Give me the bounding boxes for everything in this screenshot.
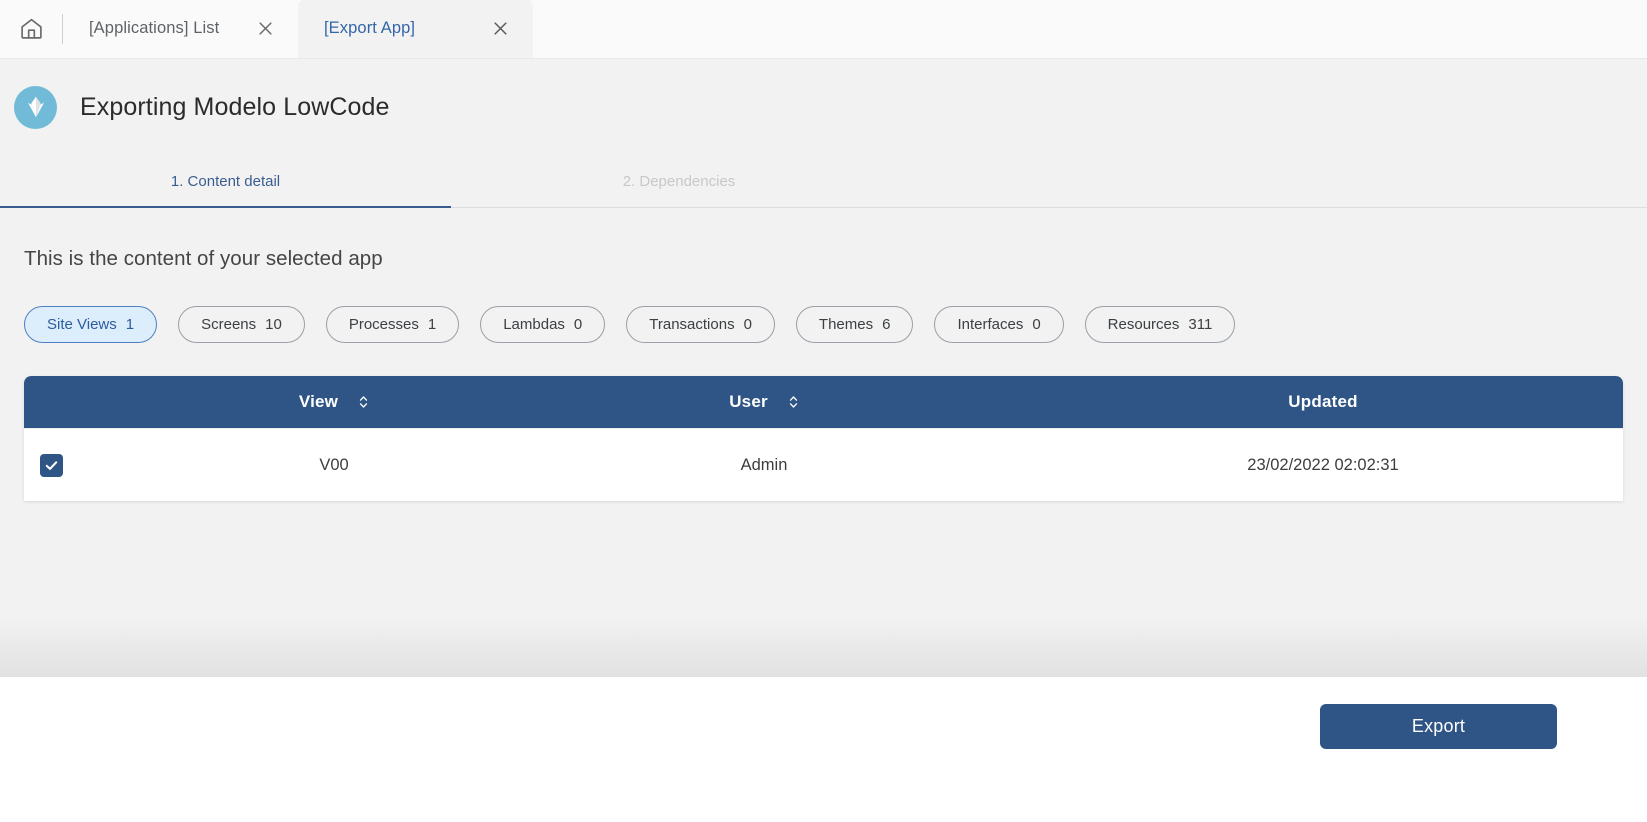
- page-title: Exporting Modelo LowCode: [80, 92, 390, 121]
- tab-content-detail[interactable]: 1. Content detail: [0, 155, 451, 209]
- footer-bar: Export: [0, 677, 1647, 822]
- chip-count: 311: [1188, 316, 1213, 333]
- chip-count: 1: [125, 316, 135, 333]
- home-icon: [19, 16, 44, 41]
- home-button[interactable]: [0, 0, 62, 58]
- table-header-updated: Updated: [1029, 392, 1623, 412]
- chip-transactions[interactable]: Transactions 0: [626, 306, 775, 343]
- chip-interfaces[interactable]: Interfaces 0: [934, 306, 1064, 343]
- step-tab-label: 1. Content detail: [170, 173, 281, 190]
- chip-count: 6: [882, 316, 891, 333]
- tab-dependencies[interactable]: 2. Dependencies: [451, 155, 907, 208]
- cell-value: V00: [319, 455, 349, 474]
- scroll-fade-overlay: [0, 615, 1647, 677]
- app-logo-icon: [14, 85, 57, 129]
- row-cell-user: Admin: [499, 456, 1029, 475]
- chip-count: 10: [265, 316, 282, 333]
- chip-screens[interactable]: Screens 10: [178, 306, 305, 343]
- cell-value: Admin: [740, 455, 788, 474]
- step-tab-label: 2. Dependencies: [622, 173, 736, 190]
- chip-label: Transactions: [649, 316, 735, 333]
- table-header-user[interactable]: User: [499, 392, 1029, 412]
- chip-resources[interactable]: Resources 311: [1084, 306, 1236, 343]
- sort-icon[interactable]: [788, 394, 799, 410]
- row-checkbox[interactable]: [40, 453, 63, 477]
- content-subtitle: This is the content of your selected app: [24, 247, 383, 270]
- chip-label: Resources: [1107, 316, 1180, 333]
- sort-icon[interactable]: [358, 394, 369, 410]
- content-area: This is the content of your selected app…: [0, 208, 1647, 677]
- chip-label: Site Views: [47, 316, 117, 333]
- table-header-row: View User Updated: [24, 376, 1623, 428]
- chip-label: Themes: [818, 316, 874, 333]
- page-header: Exporting Modelo LowCode: [0, 59, 1647, 155]
- export-button[interactable]: Export: [1320, 704, 1557, 749]
- column-label: Updated: [1288, 392, 1358, 411]
- chip-label: Screens: [201, 316, 257, 333]
- close-icon[interactable]: [254, 18, 276, 40]
- export-app-window: [Applications] List [Export App] Exporti…: [0, 0, 1647, 822]
- browser-tab-label: [Export App]: [324, 19, 416, 37]
- browser-tab-export-app[interactable]: [Export App]: [298, 0, 533, 58]
- row-select-cell: [24, 453, 169, 477]
- close-icon[interactable]: [489, 18, 511, 40]
- column-label: User: [729, 392, 768, 411]
- chip-count: 0: [743, 316, 752, 333]
- chip-count: 0: [1032, 316, 1041, 333]
- content-table: View User Updated V00 Admin 23/02/2022 0…: [24, 376, 1623, 501]
- content-type-filter-chips: Site Views 1 Screens 10 Processes 1 Lamb…: [24, 306, 1623, 343]
- cell-value: 23/02/2022 02:02:31: [1247, 455, 1399, 474]
- chip-themes[interactable]: Themes 6: [795, 306, 914, 343]
- chip-processes[interactable]: Processes 1: [325, 306, 460, 343]
- row-cell-updated: 23/02/2022 02:02:31: [1029, 456, 1623, 475]
- chip-count: 0: [573, 316, 583, 333]
- table-header-view[interactable]: View: [169, 392, 499, 412]
- tab-strip: [Applications] List [Export App]: [0, 0, 1647, 59]
- browser-tab-label: [Applications] List: [89, 19, 220, 37]
- chip-count: 1: [427, 316, 437, 333]
- step-tabs: 1. Content detail 2. Dependencies: [0, 155, 1647, 209]
- chip-site-views[interactable]: Site Views 1: [24, 306, 158, 343]
- row-cell-view: V00: [169, 456, 499, 475]
- browser-tab-applications-list[interactable]: [Applications] List: [63, 0, 298, 58]
- chip-label: Processes: [348, 316, 419, 333]
- chip-label: Lambdas: [503, 316, 565, 333]
- column-label: View: [298, 392, 339, 411]
- chip-label: Interfaces: [957, 316, 1024, 333]
- chip-lambdas[interactable]: Lambdas 0: [480, 306, 606, 343]
- table-row[interactable]: V00 Admin 23/02/2022 02:02:31: [24, 428, 1623, 501]
